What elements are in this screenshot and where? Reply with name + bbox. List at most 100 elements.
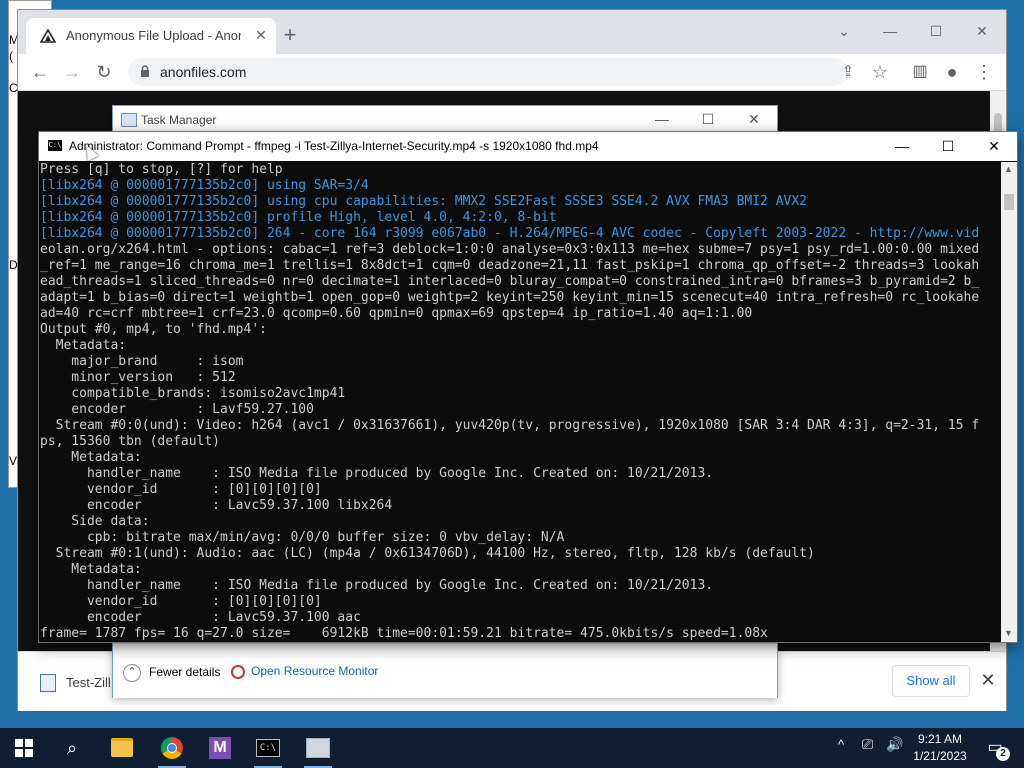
console-line: [libx264 @ 000001777135b2c0] using cpu c… [40, 194, 808, 209]
task-manager-minimize-button[interactable]: — [639, 106, 685, 132]
console-line: major_brand : isom [40, 354, 244, 369]
console-line: ad=40 rc=crf mbtree=1 crf=23.0 qcomp=0.6… [40, 306, 753, 321]
lock-icon [140, 65, 150, 80]
console-scrollbar-thumb[interactable] [1004, 194, 1014, 210]
reload-icon[interactable]: ↻ [90, 58, 118, 86]
chrome-titlebar[interactable]: Anonymous File Upload - AnonFiles ✕ + ⌄ … [18, 10, 1006, 54]
console-line: Side data: [40, 514, 150, 529]
anonfiles-favicon-icon [40, 29, 56, 43]
notification-count-badge: 2 [996, 747, 1010, 761]
console-line: encoder : Lavc59.37.100 libx264 [40, 498, 393, 513]
download-bar-close-icon[interactable]: ✕ [976, 668, 1000, 692]
cmd-minimize-button[interactable]: — [879, 132, 925, 161]
chrome-close-button[interactable]: ✕ [959, 16, 1005, 46]
tab-close-icon[interactable]: ✕ [252, 26, 270, 44]
scroll-up-icon[interactable]: ▲ [1004, 164, 1013, 174]
show-all-button[interactable]: Show all [892, 665, 970, 697]
console-line: encoder : Lavf59.27.100 [40, 402, 314, 417]
show-hidden-icons-icon[interactable]: ^ [838, 737, 844, 752]
scroll-down-icon[interactable]: ▼ [1004, 628, 1013, 638]
chrome-minimize-button[interactable]: — [867, 16, 913, 46]
console-line: cpb: bitrate max/min/avg: 0/0/0 buffer s… [40, 530, 565, 545]
chevron-up-icon: ⌃ [123, 664, 141, 682]
file-icon [40, 674, 56, 692]
bookmark-star-icon[interactable]: ☆ [866, 58, 894, 86]
background-window-text: C [9, 81, 18, 95]
console-line: ps, 15360 tbn (default) [40, 434, 221, 449]
task-manager-footer: ⌃ Fewer details Open Resource Monitor [113, 643, 777, 698]
task-manager-close-button[interactable]: ✕ [731, 106, 777, 132]
command-prompt-icon: C:\ [48, 140, 62, 151]
share-icon[interactable]: ⇪ [834, 58, 862, 86]
tab-title: Anonymous File Upload - AnonFiles [66, 28, 241, 43]
command-prompt-icon: C:\ [256, 738, 280, 757]
console-line: vendor_id : [0][0][0][0] [40, 594, 322, 609]
console-line: ead_threads=1 sliced_threads=0 nr=0 deci… [40, 274, 980, 289]
cmd-maximize-button[interactable]: ☐ [925, 132, 971, 161]
browser-tab[interactable]: Anonymous File Upload - AnonFiles ✕ [26, 18, 276, 54]
command-prompt-taskbar-button[interactable]: C:\ [244, 728, 292, 768]
console-line: [libx264 @ 000001777135b2c0] profile Hig… [40, 210, 557, 225]
console-line: encoder : Lavc59.37.100 aac [40, 610, 361, 625]
task-manager-icon [306, 737, 330, 758]
console-line: Metadata: [40, 562, 142, 577]
console-line: Output #0, mp4, to 'fhd.mp4': [40, 322, 267, 337]
console-line: vendor_id : [0][0][0][0] [40, 482, 322, 497]
console-line: compatible_brands: isomiso2avc1mp41 [40, 386, 346, 401]
console-line: [libx264 @ 000001777135b2c0] 264 - core … [40, 226, 980, 241]
clock-time[interactable]: 9:21 AM [900, 732, 980, 746]
task-manager-title: Task Manager [141, 113, 217, 127]
console-progress-line: frame= 1787 fps= 16 q=27.0 size= 6912kB … [40, 626, 768, 641]
open-resource-monitor-label: Open Resource Monitor [251, 664, 379, 678]
notifications-button[interactable]: ▭ 2 [982, 735, 1010, 761]
file-explorer-button[interactable] [98, 728, 146, 768]
clock-date[interactable]: 1/21/2023 [900, 749, 980, 763]
task-manager-maximize-button[interactable]: ☐ [685, 106, 731, 132]
command-prompt-title: Administrator: Command Prompt - ffmpeg -… [69, 139, 599, 153]
start-button[interactable] [0, 728, 48, 768]
chrome-toolbar: ← → ↻ anonfiles.com ⇪ ☆ ▥ ● ⋮ [18, 54, 1006, 91]
console-line: eolan.org/x264.html - options: cabac=1 r… [40, 242, 980, 257]
background-window-text: V [9, 454, 18, 468]
visual-studio-button[interactable]: M [196, 728, 244, 768]
download-file-name[interactable]: Test-Zill [66, 675, 111, 690]
new-tab-button[interactable]: + [278, 24, 302, 48]
fewer-details-button[interactable]: ⌃ Fewer details [123, 664, 220, 682]
tab-search-icon[interactable]: ⌄ [821, 16, 867, 46]
console-line: Metadata: [40, 338, 127, 353]
task-manager-taskbar-button[interactable] [294, 728, 342, 768]
command-prompt-titlebar[interactable]: C:\ Administrator: Command Prompt - ffmp… [39, 132, 1017, 161]
fewer-details-label: Fewer details [149, 665, 221, 680]
console-line: Metadata: [40, 450, 142, 465]
folder-icon [111, 738, 133, 758]
address-bar[interactable]: anonfiles.com [128, 58, 848, 86]
chrome-icon [161, 736, 183, 759]
cmd-close-button[interactable]: ✕ [971, 132, 1017, 161]
console-line: handler_name : ISO Media file produced b… [40, 466, 714, 481]
console-output[interactable]: Press [q] to stop, [?] for help [libx264… [40, 162, 1000, 642]
console-scrollbar[interactable]: ▲ ▼ [1001, 162, 1017, 642]
search-icon: ⌕ [66, 738, 78, 758]
console-line: handler_name : ISO Media file produced b… [40, 578, 714, 593]
chrome-taskbar-button[interactable] [148, 728, 196, 768]
windows-logo-icon [15, 738, 33, 757]
profile-avatar-icon[interactable]: ● [938, 58, 966, 86]
console-line: adapt=1 b_bias=0 direct=1 weightb=1 open… [40, 290, 980, 305]
console-line: [libx264 @ 000001777135b2c0] using SAR=3… [40, 178, 369, 193]
forward-icon[interactable]: → [58, 58, 86, 86]
open-resource-monitor-link[interactable]: Open Resource Monitor [231, 664, 378, 679]
chrome-maximize-button[interactable]: ☐ [913, 16, 959, 46]
chrome-menu-icon[interactable]: ⋮ [970, 58, 998, 86]
search-button[interactable]: ⌕ [48, 728, 96, 768]
side-panel-icon[interactable]: ▥ [906, 58, 934, 86]
back-icon[interactable]: ← [26, 58, 54, 86]
console-line: Stream #0:0(und): Video: h264 (avc1 / 0x… [40, 418, 980, 433]
network-icon[interactable]: ⎚ [862, 736, 873, 753]
task-manager-icon [121, 113, 137, 127]
console-line: _ref=1 me_range=16 chroma_me=1 trellis=1… [40, 258, 980, 273]
resource-monitor-icon [231, 664, 245, 679]
background-window-text: D [9, 258, 18, 272]
console-line: Press [q] to stop, [?] for help [40, 162, 283, 177]
console-line: Stream #0:1(und): Audio: aac (LC) (mp4a … [40, 546, 815, 561]
url-text: anonfiles.com [160, 64, 247, 80]
